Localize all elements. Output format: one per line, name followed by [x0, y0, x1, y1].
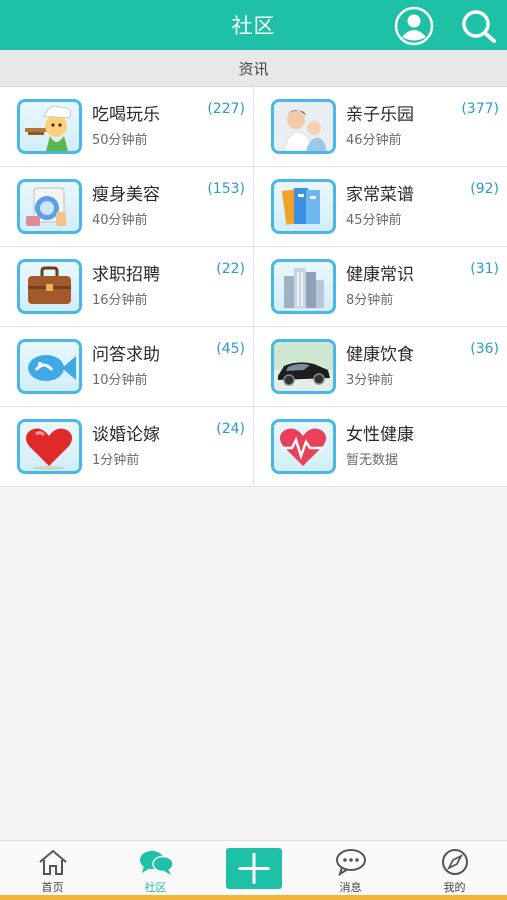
last-update-time: 暂无数据: [346, 453, 399, 468]
post-count: (22): [216, 261, 245, 277]
category-item[interactable]: 谈婚论嫁 1分钟前 (24): [0, 407, 254, 487]
tab-label: 社区: [144, 881, 167, 894]
category-item[interactable]: 吃喝玩乐 50分钟前 (227): [0, 87, 254, 167]
bottom-tab-bar: 首页 社区 消息 我的: [0, 840, 507, 895]
search-icon: [462, 10, 496, 43]
category-item[interactable]: 问答求助 10分钟前 (45): [0, 327, 254, 407]
page-title: 社区: [231, 14, 276, 38]
tab-community[interactable]: 社区: [105, 841, 206, 896]
category-item[interactable]: 求职招聘 16分钟前 (22): [0, 247, 254, 327]
heart-pulse-icon: [271, 419, 336, 474]
category-item[interactable]: 家常菜谱 45分钟前 (92): [254, 167, 507, 247]
category-item[interactable]: 健康饮食 3分钟前 (36): [254, 327, 507, 407]
chat-bubbles-icon: [139, 851, 174, 875]
search-button[interactable]: [458, 6, 498, 46]
home-icon: [38, 849, 67, 875]
last-update-time: 50分钟前: [92, 133, 148, 148]
post-count: (153): [207, 181, 245, 197]
books-icon: [271, 179, 336, 234]
category-name: 求职招聘: [92, 265, 160, 285]
post-count: (31): [470, 261, 499, 277]
top-bar: 社区: [0, 0, 507, 50]
last-update-time: 1分钟前: [92, 453, 140, 468]
tab-mine[interactable]: 我的: [404, 841, 505, 896]
last-update-time: 3分钟前: [346, 373, 394, 388]
family-photo-icon: [271, 99, 336, 154]
category-name: 家常菜谱: [346, 185, 414, 205]
category-name: 问答求助: [92, 345, 160, 365]
category-name: 健康常识: [346, 265, 414, 285]
section-title: 资讯: [238, 59, 269, 78]
category-name: 瘦身美容: [92, 185, 160, 205]
section-header: 资讯: [0, 50, 507, 87]
add-post-button[interactable]: [226, 848, 282, 889]
tab-label: 首页: [41, 881, 64, 894]
last-update-time: 46分钟前: [346, 133, 402, 148]
tab-messages[interactable]: 消息: [300, 841, 401, 896]
tab-home[interactable]: 首页: [2, 841, 103, 896]
beauty-icon: [17, 179, 82, 234]
message-icon: [335, 849, 366, 876]
category-item[interactable]: 亲子乐园 46分钟前 (377): [254, 87, 507, 167]
user-profile-button[interactable]: [394, 6, 434, 46]
category-name: 女性健康: [346, 425, 414, 445]
post-count: (377): [461, 101, 499, 117]
buildings-icon: [271, 259, 336, 314]
user-icon: [394, 6, 434, 46]
category-name: 谈婚论嫁: [92, 425, 160, 445]
category-grid: 吃喝玩乐 50分钟前 (227) 亲子乐园 46分钟前 (377) 瘦身美容 4…: [0, 87, 507, 487]
heart-icon: [17, 419, 82, 474]
post-count: (45): [216, 341, 245, 357]
last-update-time: 10分钟前: [92, 373, 148, 388]
category-name: 亲子乐园: [346, 105, 414, 125]
post-count: (36): [470, 341, 499, 357]
briefcase-icon: [17, 259, 82, 314]
post-count: (92): [470, 181, 499, 197]
post-count: (227): [207, 101, 245, 117]
compass-icon: [441, 849, 468, 875]
category-name: 健康饮食: [346, 345, 414, 365]
plus-icon: [238, 853, 270, 884]
car-icon: [271, 339, 336, 394]
last-update-time: 16分钟前: [92, 293, 148, 308]
tab-label: 消息: [339, 881, 362, 894]
category-item[interactable]: 女性健康 暂无数据: [254, 407, 507, 487]
tab-label: 我的: [443, 881, 466, 894]
category-item[interactable]: 健康常识 8分钟前 (31): [254, 247, 507, 327]
last-update-time: 40分钟前: [92, 213, 148, 228]
category-item[interactable]: 瘦身美容 40分钟前 (153): [0, 167, 254, 247]
last-update-time: 8分钟前: [346, 293, 394, 308]
category-name: 吃喝玩乐: [92, 105, 160, 125]
fish-icon: [17, 339, 82, 394]
post-count: (24): [216, 421, 245, 437]
bottom-strip: [0, 895, 507, 900]
last-update-time: 45分钟前: [346, 213, 402, 228]
chef-icon: [17, 99, 82, 154]
